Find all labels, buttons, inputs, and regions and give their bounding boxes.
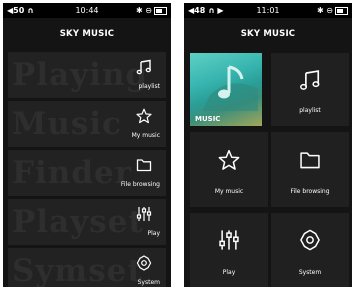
app-title: SKY MUSIC: [59, 29, 115, 39]
battery-icon: [335, 6, 348, 15]
menu-row-system[interactable]: Symset System: [8, 248, 166, 287]
gear-icon: [136, 255, 152, 271]
tile-label: playlist: [299, 107, 321, 114]
row-label: System: [137, 279, 160, 286]
status-bar: ◀50 ∩ 10:44 ✱ ⊖: [3, 3, 171, 18]
tile-play[interactable]: Play: [190, 213, 268, 287]
row-watermark: Music: [12, 106, 122, 142]
star-icon: [218, 149, 240, 170]
status-bar: ◀48 ∩ ▶ 11:01 ✱ ⊖: [184, 3, 352, 18]
folder-icon: [136, 159, 152, 172]
now-playing-album-art[interactable]: MUSIC: [190, 53, 262, 126]
menu-row-playlist[interactable]: Playing playlist: [8, 52, 166, 98]
star-icon: [136, 108, 152, 124]
status-icons: ✱ ⊖: [317, 3, 348, 18]
gear-icon: [300, 229, 320, 251]
tile-label: File browsing: [290, 188, 330, 195]
battery-icon: [154, 6, 167, 15]
menu-row-play[interactable]: Playset Play: [8, 199, 166, 245]
row-label: playlist: [138, 83, 160, 90]
status-icons: ✱ ⊖: [136, 3, 167, 18]
row-label: File browsing: [120, 181, 160, 188]
equalizer-icon: [136, 207, 152, 221]
album-art-label: MUSIC: [195, 115, 221, 123]
row-watermark: Finder: [12, 155, 133, 191]
menu-row-my-music[interactable]: Music My music: [8, 101, 166, 147]
row-watermark: Playing: [12, 57, 149, 93]
tile-my-music[interactable]: My music: [190, 132, 268, 207]
row-label: My music: [131, 132, 160, 139]
tile-system[interactable]: System: [271, 213, 349, 287]
row-watermark: Playset: [12, 204, 144, 240]
music-note-icon: [136, 59, 151, 75]
tile-file-browsing[interactable]: File browsing: [271, 132, 349, 207]
row-watermark: Symset: [12, 253, 143, 287]
phone-screen-grid: ◀48 ∩ ▶ 11:01 ✱ ⊖ SKY MUSIC MUSIC playli…: [184, 3, 352, 287]
music-note-icon: [300, 70, 320, 90]
tile-label: My music: [214, 188, 244, 195]
app-title: SKY MUSIC: [240, 29, 296, 39]
row-label: Play: [147, 230, 160, 237]
album-art-note-graphic: [202, 65, 258, 111]
folder-icon: [300, 152, 320, 169]
tile-playlist[interactable]: playlist: [271, 53, 349, 126]
menu-row-file-browsing[interactable]: Finder File browsing: [8, 150, 166, 196]
equalizer-icon: [219, 230, 239, 250]
phone-screen-list: ◀50 ∩ 10:44 ✱ ⊖ SKY MUSIC Playing playli…: [3, 3, 171, 287]
tile-label: Play: [222, 269, 236, 276]
tile-label: System: [298, 269, 322, 276]
